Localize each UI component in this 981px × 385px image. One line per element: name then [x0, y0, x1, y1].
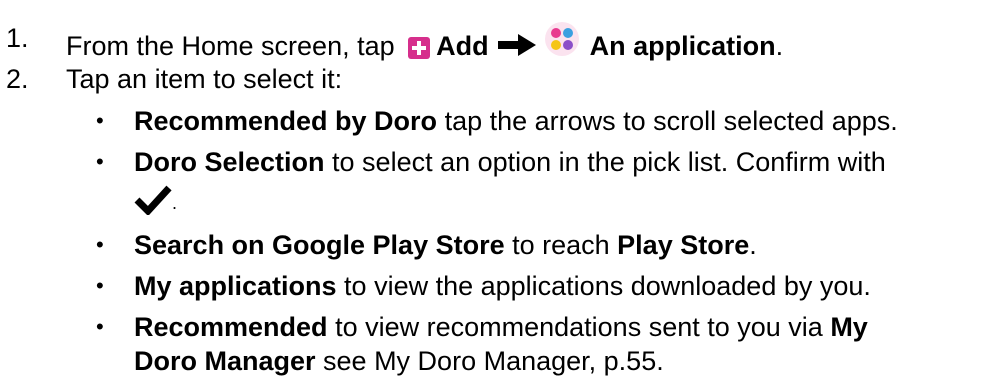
item-title-2: Play Store	[617, 230, 750, 260]
step-number: 2.	[6, 64, 29, 94]
add-label: Add	[436, 31, 489, 61]
step-suffix: .	[775, 31, 784, 61]
list-item-text: Recommended by Doro tap the arrows to sc…	[134, 104, 898, 138]
list-item-text: Doro Selection to select an option in th…	[134, 145, 886, 179]
item-title: Doro Manager	[134, 346, 316, 376]
step-text: Tap an item to select it:	[66, 64, 343, 94]
plus-icon	[408, 37, 431, 59]
list-item-text: Search on Google Play Store to reach Pla…	[134, 228, 757, 262]
bullet: •	[96, 273, 104, 298]
arrow-right-icon	[498, 34, 537, 56]
checkmark-icon	[134, 185, 172, 215]
bullet: •	[96, 314, 104, 339]
bullet: •	[96, 149, 104, 174]
bullet: •	[96, 232, 104, 257]
step-number: 1.	[6, 23, 29, 53]
line-tail: .	[172, 193, 178, 213]
apps-icon	[545, 22, 580, 56]
item-title: Recommended	[134, 312, 328, 342]
item-title: Recommended by Doro	[134, 106, 438, 136]
item-title: Doro Selection	[134, 147, 325, 177]
item-description: to reach	[504, 230, 618, 260]
item-description-2: .	[749, 230, 757, 260]
step-prefix: From the Home screen, tap	[66, 31, 403, 61]
list-item-text: Recommended to view recommendations sent…	[134, 310, 868, 344]
item-title: Search on Google Play Store	[134, 230, 505, 260]
instructions-document: 1. From the Home screen, tap Add An appl…	[0, 0, 981, 385]
confirm-line: .	[134, 183, 177, 220]
item-title-2: My	[830, 312, 868, 342]
item-description: to select an option in the pick list. Co…	[324, 147, 886, 177]
app-label: An application	[589, 31, 776, 61]
item-description: tap the arrows to scroll selected apps.	[437, 106, 898, 136]
list-item-text: Doro Manager see My Doro Manager, p.55.	[134, 344, 664, 378]
bullet: •	[96, 108, 104, 133]
step-text: From the Home screen, tap Add An applica…	[66, 21, 783, 63]
item-description: to view the applications downloaded by y…	[336, 271, 871, 301]
list-item-text: My applications to view the applications…	[134, 269, 871, 303]
item-description: see My Doro Manager, p.55.	[315, 346, 664, 376]
item-description: to view recommendations sent to you via	[327, 312, 831, 342]
item-title: My applications	[134, 271, 337, 301]
